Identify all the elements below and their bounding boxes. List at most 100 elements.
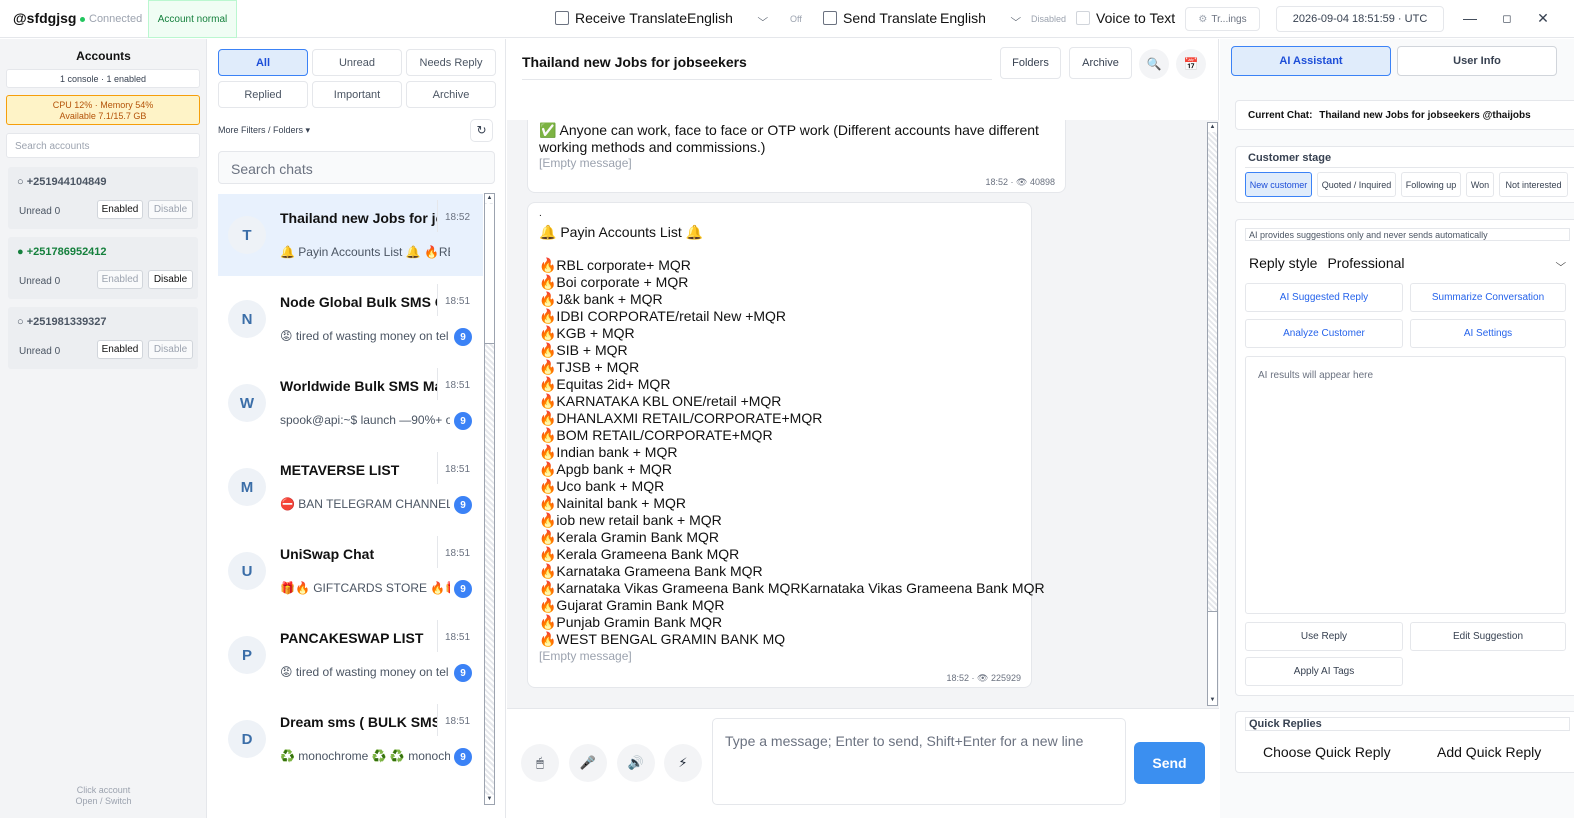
- microphone-icon[interactable]: 🎤: [569, 744, 607, 782]
- ai-suggested-reply-button[interactable]: AI Suggested Reply: [1245, 283, 1403, 312]
- account-enable-button[interactable]: Enabled: [97, 200, 143, 219]
- receive-translate-checkbox[interactable]: [555, 11, 569, 25]
- add-quick-reply-button[interactable]: Add Quick Reply: [1437, 744, 1541, 760]
- maximize-button[interactable]: ◻: [1499, 12, 1515, 25]
- archive-button[interactable]: Archive: [1069, 47, 1132, 79]
- edit-suggestion-button[interactable]: Edit Suggestion: [1410, 622, 1566, 651]
- account-disable-button[interactable]: Disable: [148, 270, 193, 289]
- top-bar: @sfdgjsg Connected Account normal Receiv…: [0, 0, 1574, 38]
- chevron-down-icon: ⌵: [757, 12, 769, 24]
- stage-following-up[interactable]: Following up: [1401, 172, 1461, 197]
- filter-important[interactable]: Important: [312, 81, 402, 108]
- account-unread: Unread 0: [19, 206, 61, 217]
- stage-won[interactable]: Won: [1466, 172, 1494, 197]
- chat-list-item[interactable]: W Worldwide Bulk SMS Marketing 18:51 spo…: [218, 362, 483, 444]
- message-line: 🔥Gujarat Gramin Bank MQR: [539, 597, 725, 613]
- stage-quoted[interactable]: Quoted / Inquired: [1317, 172, 1396, 197]
- send-language-select[interactable]: English ⌵: [940, 10, 1022, 26]
- lightning-icon[interactable]: ⚡: [664, 744, 702, 782]
- message-text: ✅ Anyone can work, face to face or OTP w…: [539, 121, 1054, 155]
- send-button[interactable]: Send: [1134, 742, 1205, 784]
- minimize-button[interactable]: —: [1462, 10, 1478, 26]
- choose-quick-reply-button[interactable]: Choose Quick Reply: [1263, 744, 1391, 760]
- filter-replied[interactable]: Replied: [218, 81, 308, 108]
- receive-translate-state: Off: [790, 14, 802, 24]
- account-enable-button[interactable]: Enabled: [97, 270, 143, 289]
- scroll-thumb[interactable]: [1208, 611, 1217, 697]
- summarize-conversation-button[interactable]: Summarize Conversation: [1410, 283, 1566, 312]
- filter-unread[interactable]: Unread: [312, 49, 402, 76]
- message-line: 🔥Boi corporate + MQR: [539, 274, 689, 290]
- message-line: 🔥Kerala Grameena Bank MQR: [539, 546, 740, 562]
- ai-settings-button[interactable]: AI Settings: [1410, 319, 1566, 348]
- chat-time: 18:52: [445, 212, 471, 223]
- attach-icon[interactable]: 🖱: [521, 744, 559, 782]
- search-icon[interactable]: 🔍: [1139, 49, 1169, 79]
- tab-ai-assistant[interactable]: AI Assistant: [1231, 46, 1391, 76]
- close-button[interactable]: ✕: [1535, 10, 1551, 27]
- chat-preview: 😡 tired of wasting money on tel: [280, 329, 449, 343]
- empty-message-label: [Empty message]: [539, 156, 632, 170]
- message-bubble[interactable]: . 🔔 Payin Accounts List 🔔 🔥RBL corporate…: [527, 202, 1045, 688]
- send-translate-toggle[interactable]: Send Translate: [823, 10, 937, 26]
- scroll-down-icon[interactable]: ▼: [485, 795, 494, 804]
- message-input[interactable]: Type a message; Enter to send, Shift+Ent…: [712, 718, 1126, 805]
- account-disable-button[interactable]: Disable: [148, 200, 193, 219]
- divider: [437, 704, 438, 736]
- message-area: ✅ Anyone can work, face to face or OTP w…: [507, 120, 1219, 708]
- voice-to-text-toggle[interactable]: Voice to Text: [1076, 10, 1175, 26]
- customer-stage-title: Customer stage: [1248, 152, 1332, 164]
- chat-list-item[interactable]: P PANCAKESWAP LIST 18:51 😡 tired of wast…: [218, 614, 483, 696]
- scroll-thumb[interactable]: [485, 204, 494, 344]
- filter-archive[interactable]: Archive: [406, 81, 496, 108]
- filter-all[interactable]: All: [218, 49, 308, 76]
- translation-settings-button[interactable]: ⚙ Tr...ings: [1185, 7, 1260, 31]
- use-reply-button[interactable]: Use Reply: [1245, 622, 1403, 651]
- voice-to-text-checkbox[interactable]: [1076, 11, 1090, 25]
- chat-list-item[interactable]: T Thailand new Jobs for jobseekers 18:52…: [218, 194, 483, 276]
- chat-list-item[interactable]: N Node Global Bulk SMS Gateway 18:51 😡 t…: [218, 278, 483, 360]
- account-card[interactable]: ○ +251981339327 Unread 0 Enabled Disable: [8, 307, 198, 369]
- filter-needs-reply[interactable]: Needs Reply: [406, 49, 496, 76]
- message-line: ✅ Anyone can work, face to face or OTP w…: [539, 122, 1039, 138]
- chat-preview: ⛔ BAN TELEGRAM CHANNELS, G: [280, 497, 450, 511]
- calendar-icon[interactable]: 📅: [1176, 49, 1206, 79]
- speaker-icon[interactable]: 🔊: [617, 744, 655, 782]
- account-unread: Unread 0: [19, 346, 61, 357]
- apply-ai-tags-button[interactable]: Apply AI Tags: [1245, 657, 1403, 686]
- account-card[interactable]: ● +251786952412 Unread 0 Enabled Disable: [8, 237, 198, 299]
- message-bubble[interactable]: ✅ Anyone can work, face to face or OTP w…: [527, 120, 1066, 193]
- reply-style-select[interactable]: Reply style Professional ⌵: [1245, 250, 1567, 276]
- account-disable-button[interactable]: Disable: [148, 340, 193, 359]
- analyze-customer-button[interactable]: Analyze Customer: [1245, 319, 1403, 348]
- chat-search-input[interactable]: Search chats: [218, 151, 495, 184]
- tab-user-info[interactable]: User Info: [1397, 46, 1557, 76]
- receive-translate-toggle[interactable]: Receive Translate: [555, 10, 687, 26]
- folders-button[interactable]: Folders: [1000, 47, 1061, 79]
- chat-time: 18:51: [445, 548, 471, 559]
- chat-time: 18:51: [445, 464, 471, 475]
- refresh-icon[interactable]: ↻: [470, 119, 493, 142]
- message-scrollbar[interactable]: ▲ ▼: [1207, 122, 1218, 706]
- accounts-sidebar: Accounts 1 console · 1 enabled CPU 12% ·…: [0, 39, 207, 818]
- account-enable-button[interactable]: Enabled: [97, 340, 143, 359]
- chat-list-item[interactable]: M METAVERSE LIST 18:51 ⛔ BAN TELEGRAM CH…: [218, 446, 483, 528]
- account-search-input[interactable]: Search accounts: [6, 133, 200, 158]
- scroll-up-icon[interactable]: ▲: [485, 194, 494, 203]
- message-line: 🔥SIB + MQR: [539, 342, 628, 358]
- chat-list-scrollbar[interactable]: ▲ ▼: [484, 193, 495, 805]
- chat-list-item[interactable]: U UniSwap Chat 18:51 🎁🔥 GIFTCARDS STORE …: [218, 530, 483, 612]
- more-filters-dropdown[interactable]: More Filters / Folders ▾: [218, 125, 310, 136]
- scroll-down-icon[interactable]: ▼: [1208, 696, 1217, 705]
- chat-preview: 🔔 Payin Accounts List 🔔 🔥RBL: [280, 245, 450, 259]
- stage-not-interested[interactable]: Not interested: [1499, 172, 1568, 197]
- avatar: D: [228, 720, 266, 758]
- account-card[interactable]: ○ +251944104849 Unread 0 Enabled Disable: [8, 167, 198, 229]
- message-header: 🔔 Payin Accounts List 🔔: [539, 224, 704, 240]
- receive-language-select[interactable]: English ⌵: [687, 10, 769, 26]
- send-translate-checkbox[interactable]: [823, 11, 837, 25]
- scroll-up-icon[interactable]: ▲: [1208, 123, 1217, 132]
- message-line: 🔥Karnataka Vikas Grameena Bank MQRKarnat…: [539, 580, 1045, 596]
- chat-list-item[interactable]: D Dream sms ( BULK SMS ) 18:51 ♻️ monoch…: [218, 698, 483, 780]
- stage-new-customer[interactable]: New customer: [1245, 172, 1312, 197]
